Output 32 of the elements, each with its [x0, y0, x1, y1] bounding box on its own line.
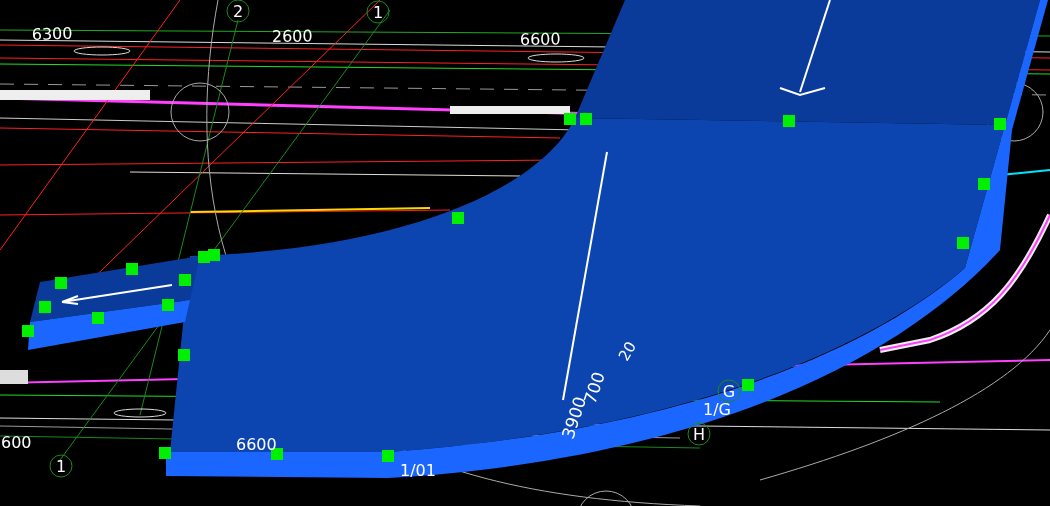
- grid-axis-bubble: H: [687, 422, 711, 446]
- grip-handle[interactable]: [22, 325, 34, 337]
- grip-handle[interactable]: [208, 249, 220, 261]
- dimension-text: 6300: [31, 23, 73, 44]
- grip-handle[interactable]: [159, 447, 171, 459]
- grip-handle[interactable]: [580, 113, 592, 125]
- grip-handle[interactable]: [978, 178, 990, 190]
- grip-handle[interactable]: [55, 277, 67, 289]
- grip-handle[interactable]: [742, 379, 754, 391]
- dimension-text: 6600: [236, 435, 277, 454]
- dimension-text: 600: [1, 433, 32, 452]
- grip-handle[interactable]: [92, 312, 104, 324]
- grip-handle[interactable]: [39, 301, 51, 313]
- dimension-text: 20: [614, 338, 640, 364]
- grid-axis-bubble: 1: [366, 0, 390, 24]
- grid-axis-bubble: 2: [226, 0, 250, 23]
- grid-axis-bubble: 1: [49, 454, 73, 478]
- grip-handle[interactable]: [452, 212, 464, 224]
- grip-handle[interactable]: [179, 274, 191, 286]
- grip-handle[interactable]: [162, 299, 174, 311]
- grip-handle[interactable]: [271, 448, 283, 460]
- grip-handle[interactable]: [382, 450, 394, 462]
- grip-handle[interactable]: [178, 349, 190, 361]
- axis-label: 1/01: [400, 461, 436, 480]
- dimension-text: 6600: [519, 29, 561, 49]
- grip-handle[interactable]: [957, 237, 969, 249]
- grip-handle[interactable]: [126, 263, 138, 275]
- grip-handle[interactable]: [564, 113, 576, 125]
- axis-label: 1/G: [703, 400, 731, 419]
- grip-handle[interactable]: [994, 118, 1006, 130]
- dimension-text: 2600: [271, 26, 313, 46]
- grip-handle[interactable]: [783, 115, 795, 127]
